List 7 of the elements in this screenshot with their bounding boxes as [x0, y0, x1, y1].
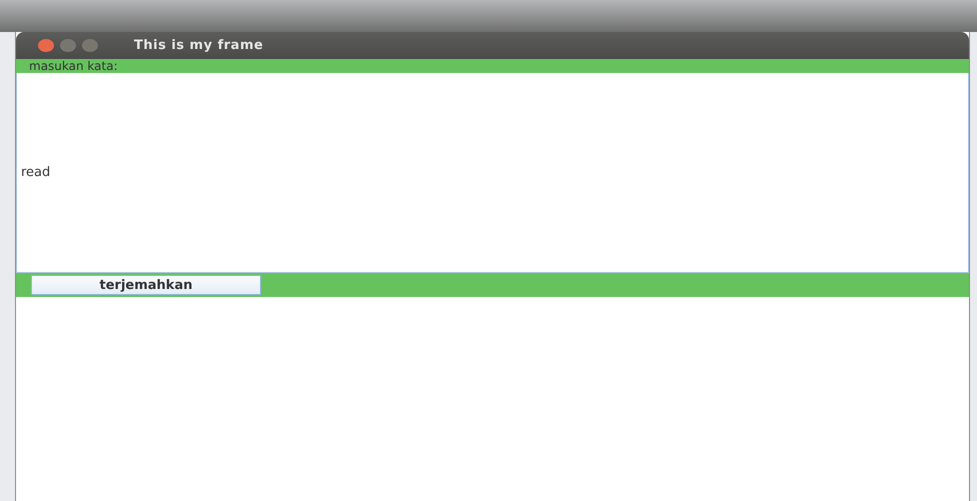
- translate-button[interactable]: terjemahkan: [31, 275, 261, 295]
- window-title: This is my frame: [134, 38, 264, 53]
- input-field[interactable]: read: [16, 73, 969, 273]
- close-button[interactable]: [38, 39, 54, 52]
- field-label: masukan kata:: [29, 59, 118, 73]
- minimize-button[interactable]: [60, 39, 76, 52]
- maximize-button[interactable]: [82, 39, 98, 52]
